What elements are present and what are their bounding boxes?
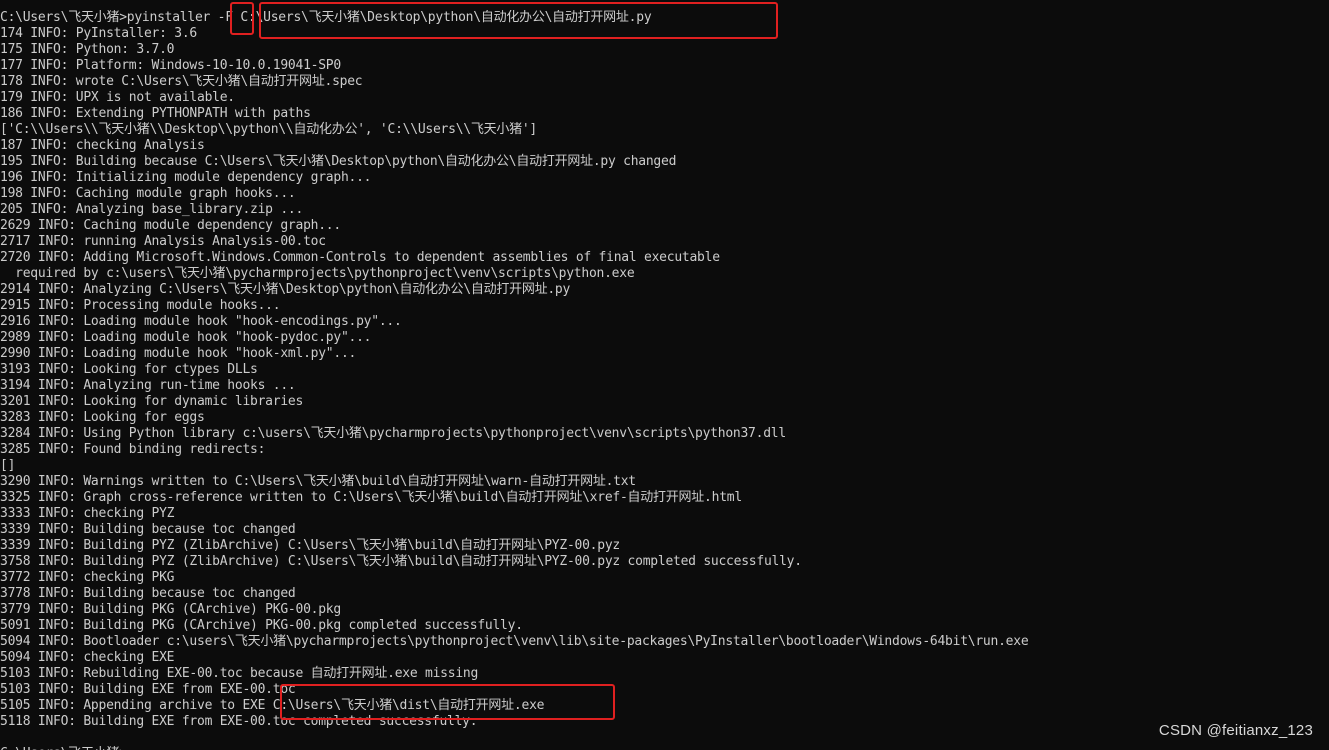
terminal-line-text: 174 INFO: PyInstaller: 3.6 [0, 26, 197, 41]
terminal-line-text: 3284 INFO: Using Python library c:\users… [0, 426, 786, 441]
terminal-line-text: 3778 INFO: Building because toc changed [0, 586, 296, 601]
terminal-line-text: 2717 INFO: running Analysis Analysis-00.… [0, 234, 326, 249]
terminal-line-text: 178 INFO: wrote C:\Users\飞天小猪\自动打开网址.spe… [0, 74, 363, 89]
terminal-line-text: 3779 INFO: Building PKG (CArchive) PKG-0… [0, 602, 341, 617]
terminal-line-text: 3325 INFO: Graph cross-reference written… [0, 490, 742, 505]
terminal-line: 186 INFO: Extending PYTHONPATH with path… [0, 106, 1329, 122]
terminal-line: 2720 INFO: Adding Microsoft.Windows.Comm… [0, 250, 1329, 266]
terminal-line-text: 5094 INFO: checking EXE [0, 650, 175, 665]
terminal-line-text: required by c:\users\飞天小猪\pycharmproject… [0, 266, 635, 281]
terminal-line: 5118 INFO: Building EXE from EXE-00.toc … [0, 714, 1329, 730]
terminal-line-text: 2915 INFO: Processing module hooks... [0, 298, 281, 313]
terminal-line: 3284 INFO: Using Python library c:\users… [0, 426, 1329, 442]
terminal-line: 177 INFO: Platform: Windows-10-10.0.1904… [0, 58, 1329, 74]
terminal-line: 3290 INFO: Warnings written to C:\Users\… [0, 474, 1329, 490]
terminal-line: 2989 INFO: Loading module hook "hook-pyd… [0, 330, 1329, 346]
terminal-line: 3778 INFO: Building because toc changed [0, 586, 1329, 602]
terminal-line-text: C:\Users\飞天小猪> [0, 746, 127, 750]
terminal-line-text: 179 INFO: UPX is not available. [0, 90, 235, 105]
terminal-line: 205 INFO: Analyzing base_library.zip ... [0, 202, 1329, 218]
terminal-line-text: 198 INFO: Caching module graph hooks... [0, 186, 296, 201]
terminal-line-text: 3339 INFO: Building PYZ (ZlibArchive) C:… [0, 538, 620, 553]
terminal-line-text: 205 INFO: Analyzing base_library.zip ... [0, 202, 304, 217]
terminal-line-text: 3193 INFO: Looking for ctypes DLLs [0, 362, 258, 377]
terminal-line-text: [] [0, 458, 16, 473]
terminal-line-text: 5091 INFO: Building PKG (CArchive) PKG-0… [0, 618, 523, 633]
terminal-line-text: 5103 INFO: Rebuilding EXE-00.toc because… [0, 666, 479, 681]
terminal-line: 175 INFO: Python: 3.7.0 [0, 42, 1329, 58]
terminal-line: 3758 INFO: Building PYZ (ZlibArchive) C:… [0, 554, 1329, 570]
terminal-line-text: 3772 INFO: checking PKG [0, 570, 175, 585]
terminal-line: required by c:\users\飞天小猪\pycharmproject… [0, 266, 1329, 282]
terminal-line-text: 2914 INFO: Analyzing C:\Users\飞天小猪\Deskt… [0, 282, 571, 297]
terminal-line-text: 177 INFO: Platform: Windows-10-10.0.1904… [0, 58, 341, 73]
csdn-watermark: CSDN @feitianxz_123 [1158, 722, 1313, 739]
terminal-line: 5105 INFO: Appending archive to EXE C:\U… [0, 698, 1329, 714]
terminal-line: 179 INFO: UPX is not available. [0, 90, 1329, 106]
terminal-line: ['C:\\Users\\飞天小猪\\Desktop\\python\\自动化办… [0, 122, 1329, 138]
terminal-line: 187 INFO: checking Analysis [0, 138, 1329, 154]
terminal-line-text: 2629 INFO: Caching module dependency gra… [0, 218, 341, 233]
terminal-line-text: 195 INFO: Building because C:\Users\飞天小猪… [0, 154, 677, 169]
terminal-line: 3285 INFO: Found binding redirects: [0, 442, 1329, 458]
terminal-line-text: 2916 INFO: Loading module hook "hook-enc… [0, 314, 402, 329]
terminal-line: C:\Users\飞天小猪>pyinstaller -F C:\Users\飞天… [0, 10, 1329, 26]
terminal-line-text: 2720 INFO: Adding Microsoft.Windows.Comm… [0, 250, 720, 265]
terminal-line-text: 3285 INFO: Found binding redirects: [0, 442, 266, 457]
terminal-line: 3772 INFO: checking PKG [0, 570, 1329, 586]
terminal-line-text: 5105 INFO: Appending archive to EXE C:\U… [0, 698, 545, 713]
terminal-line: 196 INFO: Initializing module dependency… [0, 170, 1329, 186]
terminal-line-text: 3283 INFO: Looking for eggs [0, 410, 205, 425]
terminal-line: 195 INFO: Building because C:\Users\飞天小猪… [0, 154, 1329, 170]
terminal-line: 2915 INFO: Processing module hooks... [0, 298, 1329, 314]
terminal-line: 2990 INFO: Loading module hook "hook-xml… [0, 346, 1329, 362]
terminal-line-text: 5103 INFO: Building EXE from EXE-00.toc [0, 682, 296, 697]
terminal-line: 5103 INFO: Building EXE from EXE-00.toc [0, 682, 1329, 698]
terminal-line-text: 3758 INFO: Building PYZ (ZlibArchive) C:… [0, 554, 802, 569]
terminal-line: C:\Users\飞天小猪> [0, 746, 1329, 750]
terminal-line: 3333 INFO: checking PYZ [0, 506, 1329, 522]
terminal-line: 2914 INFO: Analyzing C:\Users\飞天小猪\Deskt… [0, 282, 1329, 298]
terminal-line: 5091 INFO: Building PKG (CArchive) PKG-0… [0, 618, 1329, 634]
terminal-line: 174 INFO: PyInstaller: 3.6 [0, 26, 1329, 42]
terminal-line-text: 3339 INFO: Building because toc changed [0, 522, 296, 537]
terminal-line: 3779 INFO: Building PKG (CArchive) PKG-0… [0, 602, 1329, 618]
terminal-line: 3339 INFO: Building because toc changed [0, 522, 1329, 538]
terminal-line-text: C:\Users\飞天小猪>pyinstaller -F C:\Users\飞天… [0, 10, 652, 25]
terminal-line-text: 187 INFO: checking Analysis [0, 138, 205, 153]
terminal-window[interactable]: C:\Users\飞天小猪>pyinstaller -F C:\Users\飞天… [0, 10, 1329, 750]
terminal-line: 3193 INFO: Looking for ctypes DLLs [0, 362, 1329, 378]
terminal-line-text: 3201 INFO: Looking for dynamic libraries [0, 394, 304, 409]
terminal-line: 2629 INFO: Caching module dependency gra… [0, 218, 1329, 234]
terminal-line-text: 2989 INFO: Loading module hook "hook-pyd… [0, 330, 372, 345]
terminal-line-text: 5094 INFO: Bootloader c:\users\飞天小猪\pych… [0, 634, 1029, 649]
terminal-line-text: 5118 INFO: Building EXE from EXE-00.toc … [0, 714, 478, 729]
terminal-line-text: 196 INFO: Initializing module dependency… [0, 170, 372, 185]
terminal-line: 3194 INFO: Analyzing run-time hooks ... [0, 378, 1329, 394]
terminal-line: 178 INFO: wrote C:\Users\飞天小猪\自动打开网址.spe… [0, 74, 1329, 90]
terminal-line: 198 INFO: Caching module graph hooks... [0, 186, 1329, 202]
terminal-line: 3339 INFO: Building PYZ (ZlibArchive) C:… [0, 538, 1329, 554]
terminal-line-text: 2990 INFO: Loading module hook "hook-xml… [0, 346, 357, 361]
terminal-line-text: ['C:\\Users\\飞天小猪\\Desktop\\python\\自动化办… [0, 122, 538, 137]
terminal-line: 2916 INFO: Loading module hook "hook-enc… [0, 314, 1329, 330]
terminal-line-text: 3333 INFO: checking PYZ [0, 506, 175, 521]
terminal-line-text: 3194 INFO: Analyzing run-time hooks ... [0, 378, 296, 393]
terminal-line-text: 175 INFO: Python: 3.7.0 [0, 42, 175, 57]
terminal-line: 3325 INFO: Graph cross-reference written… [0, 490, 1329, 506]
terminal-line-text: 186 INFO: Extending PYTHONPATH with path… [0, 106, 311, 121]
terminal-line: 5103 INFO: Rebuilding EXE-00.toc because… [0, 666, 1329, 682]
terminal-line: [] [0, 458, 1329, 474]
terminal-line: 5094 INFO: Bootloader c:\users\飞天小猪\pych… [0, 634, 1329, 650]
terminal-line: 3283 INFO: Looking for eggs [0, 410, 1329, 426]
terminal-line-text: 3290 INFO: Warnings written to C:\Users\… [0, 474, 636, 489]
terminal-line: 2717 INFO: running Analysis Analysis-00.… [0, 234, 1329, 250]
terminal-line: 5094 INFO: checking EXE [0, 650, 1329, 666]
terminal-line: 3201 INFO: Looking for dynamic libraries [0, 394, 1329, 410]
